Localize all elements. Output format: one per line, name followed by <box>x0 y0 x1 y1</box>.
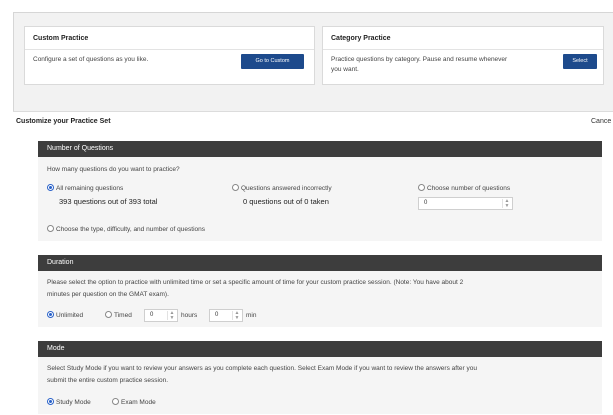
option-label: Unlimited <box>56 312 84 320</box>
minutes-input[interactable]: 0 ▲ ▼ <box>209 309 243 322</box>
duration-description-line: minutes per question on the GMAT exam). <box>47 291 169 298</box>
option-choose-number[interactable]: Choose number of questions <box>418 184 511 193</box>
category-practice-card: Category Practice Practice questions by … <box>322 26 604 85</box>
all-remaining-detail: 393 questions out of 393 total <box>59 197 158 206</box>
custom-practice-title: Custom Practice <box>33 35 89 42</box>
spinner-arrows-icon[interactable]: ▲ ▼ <box>167 311 176 320</box>
minutes-label: min <box>246 312 257 319</box>
option-label: All remaining questions <box>56 185 124 193</box>
category-practice-title: Category Practice <box>331 35 391 42</box>
divider <box>25 49 314 50</box>
option-label: Questions answered incorrectly <box>241 185 332 193</box>
number-of-questions-header: Number of Questions <box>38 141 602 157</box>
category-practice-description: Practice questions by category. Pause an… <box>331 55 556 75</box>
spinner-arrows-icon[interactable]: ▲ ▼ <box>502 199 511 208</box>
radio-icon[interactable] <box>105 311 112 318</box>
radio-icon[interactable] <box>47 225 54 232</box>
cancel-link[interactable]: Cance <box>591 118 611 125</box>
option-exam-mode[interactable]: Exam Mode <box>112 398 156 407</box>
input-value: 0 <box>424 200 428 206</box>
radio-icon[interactable] <box>47 184 54 191</box>
go-to-custom-button[interactable]: Go to Custom <box>241 54 304 69</box>
hours-label: hours <box>181 312 198 319</box>
option-label: Study Mode <box>56 399 91 407</box>
option-label: Timed <box>114 312 132 320</box>
incorrect-detail: 0 questions out of 0 taken <box>243 197 329 206</box>
custom-practice-description: Configure a set of questions as you like… <box>33 56 149 63</box>
option-answered-incorrectly[interactable]: Questions answered incorrectly <box>232 184 332 193</box>
radio-icon[interactable] <box>232 184 239 191</box>
option-label: Choose number of questions <box>427 185 511 193</box>
duration-description-line: Please select the option to practice wit… <box>47 279 464 286</box>
option-choose-type[interactable]: Choose the type, difficulty, and number … <box>47 225 205 234</box>
input-value: 0 <box>215 312 219 318</box>
duration-header: Duration <box>38 255 602 271</box>
mode-header: Mode <box>38 341 602 357</box>
option-timed[interactable]: Timed <box>105 311 132 320</box>
category-description-line: you want. <box>331 66 359 73</box>
input-value: 0 <box>150 312 154 318</box>
number-prompt: How many questions do you want to practi… <box>47 166 180 173</box>
option-all-remaining[interactable]: All remaining questions <box>47 184 124 193</box>
option-label: Exam Mode <box>121 399 156 407</box>
spinner-arrows-icon[interactable]: ▲ ▼ <box>232 311 241 320</box>
mode-description-line: Select Study Mode if you want to review … <box>47 365 477 372</box>
category-description-line: Practice questions by category. Pause an… <box>331 56 508 63</box>
radio-icon[interactable] <box>112 398 119 405</box>
radio-icon[interactable] <box>418 184 425 191</box>
number-of-questions-input[interactable]: 0 ▲ ▼ <box>418 197 513 210</box>
panel-title: Customize your Practice Set <box>16 118 111 125</box>
option-unlimited[interactable]: Unlimited <box>47 311 84 320</box>
custom-practice-card: Custom Practice Configure a set of quest… <box>24 26 315 85</box>
option-study-mode[interactable]: Study Mode <box>47 398 91 407</box>
mode-description-line: submit the entire custom practice sessio… <box>47 377 169 384</box>
option-label: Choose the type, difficulty, and number … <box>56 226 205 234</box>
radio-icon[interactable] <box>47 311 54 318</box>
hours-input[interactable]: 0 ▲ ▼ <box>144 309 178 322</box>
divider <box>323 49 603 50</box>
radio-icon[interactable] <box>47 398 54 405</box>
select-category-button[interactable]: Select <box>563 54 597 69</box>
